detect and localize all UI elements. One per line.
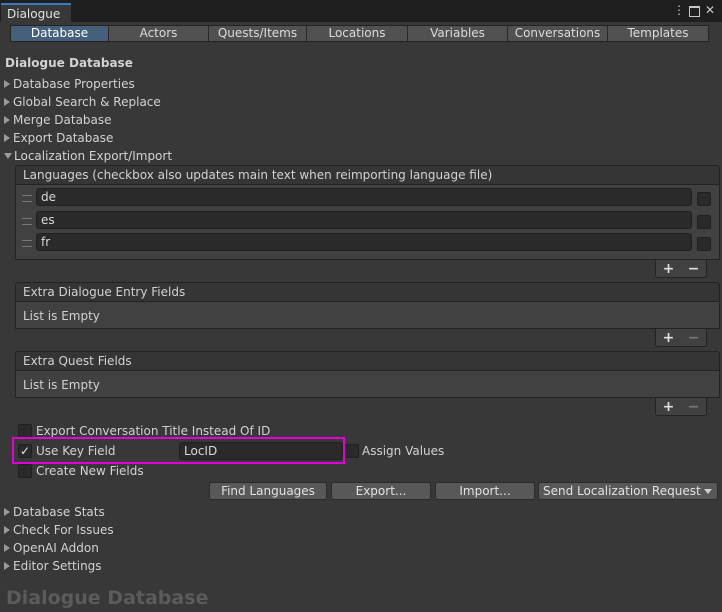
find-languages-button[interactable]: Find Languages [209,482,327,500]
assign-values-label: Assign Values [362,444,445,458]
tab-quests-items[interactable]: Quests/Items [209,26,307,41]
tab-actors[interactable]: Actors [109,26,209,41]
more-options-icon[interactable]: ⋮ [673,3,685,17]
languages-list-footer: + − [655,260,707,278]
foldout-arrow-icon [4,115,10,124]
send-localization-request-label: Send Localization Request [543,484,701,498]
footer-watermark-title: Dialogue Database [6,587,209,609]
remove-language-button[interactable]: − [688,261,700,277]
foldout-localization-export-import[interactable]: Localization Export/Import [4,148,172,164]
remove-entry-field-button[interactable]: − [688,330,700,346]
export-title-checkbox[interactable] [18,424,32,438]
window-tab-title: Dialogue [7,7,61,21]
window-tab-bar [0,0,722,22]
language-field-fr[interactable]: fr [36,233,692,251]
foldout-open-arrow-icon [4,152,12,159]
section-title: Dialogue Database [5,56,133,70]
send-localization-request-dropdown[interactable]: Send Localization Request [538,482,718,500]
add-quest-field-button[interactable]: + [663,399,675,415]
extra-entry-fields-footer: + − [655,329,707,347]
extra-entry-fields-header: Extra Dialogue Entry Fields [15,282,720,302]
tab-locations[interactable]: Locations [307,26,408,41]
language-checkbox-fr[interactable] [697,237,711,251]
foldout-openai-addon[interactable]: OpenAI Addon [4,540,99,556]
foldout-database-stats[interactable]: Database Stats [4,504,105,520]
dropdown-arrow-icon [704,489,712,494]
remove-quest-field-button[interactable]: − [688,399,700,415]
foldout-arrow-icon [4,561,10,570]
tab-conversations[interactable]: Conversations [508,26,608,41]
language-checkbox-de[interactable] [697,192,711,206]
languages-list-header: Languages (checkbox also updates main te… [15,165,720,185]
foldout-check-for-issues[interactable]: Check For Issues [4,522,114,538]
tab-variables[interactable]: Variables [408,26,508,41]
foldout-merge-database[interactable]: Merge Database [4,112,112,128]
export-title-label: Export Conversation Title Instead Of ID [36,424,271,438]
foldout-export-database[interactable]: Export Database [4,130,113,146]
foldout-database-properties[interactable]: Database Properties [4,76,135,92]
close-icon[interactable]: ✕ [704,3,716,17]
foldout-arrow-icon [4,507,10,516]
main-tabs: Database Actors Quests/Items Locations V… [10,25,709,42]
export-button[interactable]: Export... [331,482,431,500]
foldout-arrow-icon [4,525,10,534]
languages-list: de es fr [15,185,720,260]
extra-quest-fields-header: Extra Quest Fields [15,351,720,371]
tab-templates[interactable]: Templates [608,26,708,41]
language-checkbox-es[interactable] [697,215,711,229]
extra-entry-fields-list: List is Empty [15,302,720,329]
create-new-fields-label: Create New Fields [36,464,144,478]
assign-values-checkbox[interactable] [345,444,359,458]
add-entry-field-button[interactable]: + [663,330,675,346]
foldout-global-search-replace[interactable]: Global Search & Replace [4,94,161,110]
window-tab[interactable]: Dialogue [1,3,71,22]
extra-quest-fields-list: List is Empty [15,371,720,398]
add-language-button[interactable]: + [663,261,675,277]
import-button[interactable]: Import... [435,482,535,500]
foldout-arrow-icon [4,543,10,552]
empty-list-text: List is Empty [23,378,100,392]
extra-quest-fields-footer: + − [655,398,707,416]
foldout-editor-settings[interactable]: Editor Settings [4,558,102,574]
highlight-box [12,437,345,464]
language-field-es[interactable]: es [36,211,692,229]
create-new-fields-checkbox[interactable] [18,464,32,478]
foldout-arrow-icon [4,133,10,142]
foldout-arrow-icon [4,97,10,106]
drag-handle-icon[interactable] [22,240,32,247]
maximize-icon[interactable] [688,3,700,17]
empty-list-text: List is Empty [23,309,100,323]
language-field-de[interactable]: de [36,188,692,206]
drag-handle-icon[interactable] [22,195,32,202]
drag-handle-icon[interactable] [22,218,32,225]
foldout-arrow-icon [4,79,10,88]
tab-database[interactable]: Database [11,26,109,41]
